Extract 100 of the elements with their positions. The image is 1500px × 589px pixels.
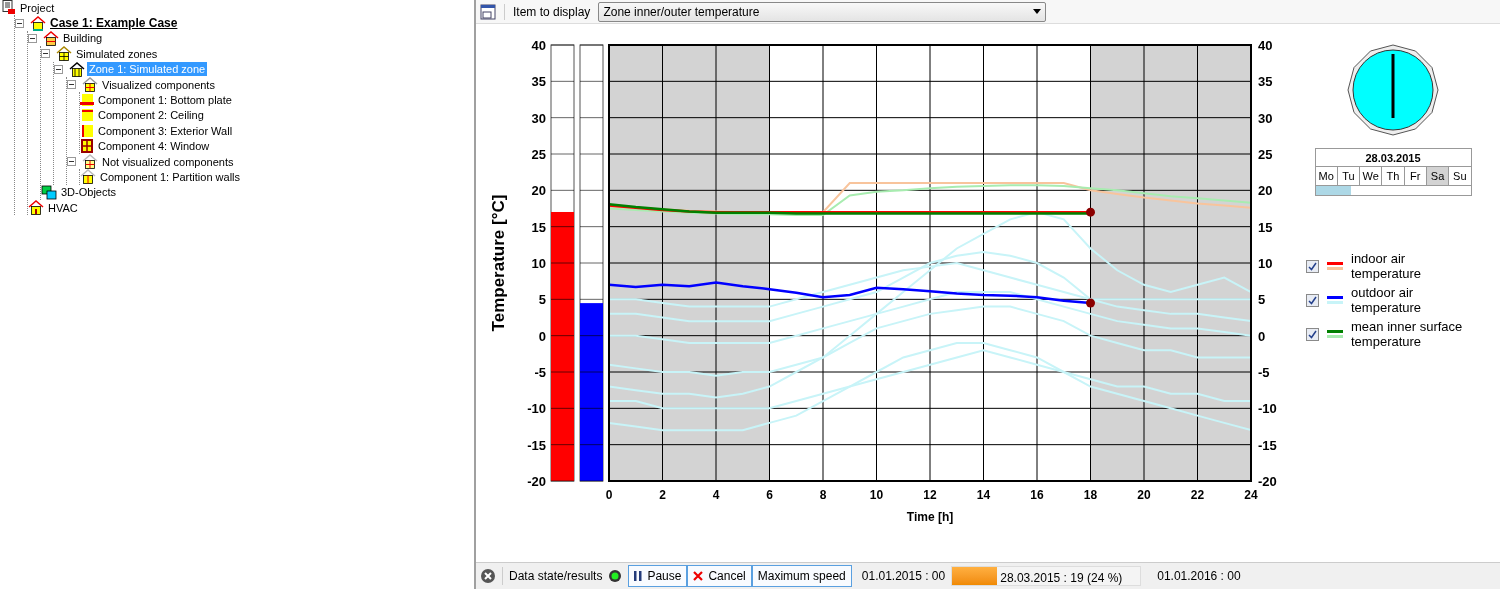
tree-item[interactable]: Building	[61, 31, 105, 46]
legend-checkbox[interactable]	[1306, 259, 1319, 273]
y-tick-label: 10	[1258, 256, 1273, 271]
state-label: Data state/results	[509, 568, 603, 585]
y-tick-label: 15	[1258, 219, 1273, 235]
tree-item[interactable]: Visualized components	[100, 77, 217, 92]
y-tick-label: -20	[1258, 474, 1277, 489]
tree-item[interactable]: Component 2: Ceiling	[96, 108, 206, 123]
legend-label: outdoor air temperature	[1351, 285, 1423, 315]
start-date: 01.01.2015 : 00	[861, 568, 946, 585]
x-tick-label: 6	[766, 488, 773, 502]
tree-item[interactable]: HVAC	[46, 200, 80, 215]
item-label: Item to display	[513, 3, 591, 21]
house-icon	[56, 46, 72, 62]
scale-label: -10	[527, 401, 546, 417]
x-tick-label: 12	[923, 488, 937, 502]
close-icon	[693, 571, 704, 581]
tree-item[interactable]: Component 4: Window	[96, 139, 212, 154]
house-icon	[82, 77, 98, 93]
scale-label: -5	[534, 365, 546, 380]
tree-item[interactable]: 3D-Objects	[59, 185, 119, 200]
wall-icon	[80, 123, 94, 138]
speed-button[interactable]: Maximum speed	[751, 565, 852, 587]
collapse-toggle[interactable]	[67, 80, 76, 90]
tree-item[interactable]: Case 1: Example Case	[48, 16, 180, 31]
x-tick-label: 18	[1083, 488, 1098, 502]
y-tick-label: -15	[1258, 437, 1277, 453]
legend-checkbox[interactable]	[1306, 327, 1319, 341]
house-icon	[82, 154, 98, 170]
house-icon	[30, 15, 46, 31]
collapse-toggle[interactable]	[15, 18, 24, 28]
scale-label: 10	[531, 256, 546, 271]
legend-swatch	[1327, 296, 1343, 304]
scale-label: 30	[531, 110, 546, 126]
x-axis-title: Time [h]	[906, 510, 954, 524]
scale-label: 5	[538, 292, 546, 308]
cubes-icon	[41, 184, 57, 200]
y-tick-label: -10	[1258, 401, 1277, 417]
scale-label: 40	[531, 38, 546, 53]
house-icon	[28, 200, 44, 216]
legend-label: indoor air temperature	[1351, 251, 1423, 281]
x-tick-label: 14	[976, 488, 991, 502]
legend-checkbox[interactable]	[1306, 293, 1319, 307]
scale-label: -15	[527, 437, 546, 453]
y-tick-label: -5	[1258, 365, 1270, 380]
collapse-toggle[interactable]	[28, 33, 37, 43]
clock-icon	[1347, 44, 1439, 136]
x-tick-label: 20	[1137, 488, 1151, 502]
close-icon[interactable]	[480, 568, 496, 584]
house-icon	[43, 30, 59, 46]
tree-item[interactable]: Component 3: Exterior Wall	[96, 123, 235, 138]
end-date: 01.01.2016 : 00	[1157, 568, 1241, 585]
collapse-toggle[interactable]	[54, 64, 63, 74]
x-tick-label: 0	[606, 488, 613, 502]
y-tick-label: 25	[1258, 147, 1273, 162]
progress-text: 28.03.2015 : 19 (24 %)	[1000, 570, 1123, 587]
legend-swatch	[1327, 262, 1343, 270]
x-tick-label: 16	[1030, 488, 1044, 502]
y-tick-label: 20	[1258, 183, 1273, 199]
end-point-marker	[1086, 298, 1095, 308]
y-tick-label: 40	[1258, 38, 1273, 53]
scale-label: 20	[531, 183, 546, 199]
cancel-button[interactable]: Cancel	[687, 565, 752, 587]
panel-icon[interactable]	[480, 3, 496, 20]
x-tick-label: 22	[1190, 488, 1205, 502]
y-tick-label: 5	[1258, 292, 1266, 308]
window-icon	[80, 139, 94, 154]
scale-label: 15	[531, 219, 546, 235]
collapse-toggle[interactable]	[41, 49, 50, 59]
scale-label: -20	[527, 474, 546, 489]
wall-icon	[80, 108, 94, 123]
axis-title: Temperature [°C]	[489, 194, 508, 332]
tree-item[interactable]: Simulated zones	[74, 46, 160, 61]
house-icon	[69, 61, 85, 77]
tree-item[interactable]: Not visualized components	[100, 154, 236, 169]
house-icon	[80, 169, 96, 185]
tree-item[interactable]: Project	[18, 0, 57, 15]
pause-button[interactable]: Pause	[628, 565, 688, 587]
weekday-cell[interactable]: We	[1360, 167, 1383, 185]
x-tick-label: 24	[1244, 488, 1258, 502]
wall-icon	[80, 93, 94, 108]
scale-label: 0	[538, 328, 546, 344]
weekday-cell[interactable]: Sa	[1426, 167, 1450, 185]
end-point-marker	[1086, 207, 1095, 217]
legend-swatch	[1327, 330, 1343, 338]
pause-icon	[634, 571, 643, 581]
x-tick-label: 4	[712, 488, 720, 502]
tree-item[interactable]: Component 1: Partition walls	[98, 170, 242, 184]
item-dropdown[interactable]: Zone inner/outer temperature	[598, 1, 1047, 22]
scale-label: 35	[531, 74, 546, 90]
collapse-toggle[interactable]	[67, 157, 76, 167]
y-tick-label: 35	[1258, 74, 1273, 90]
x-tick-label: 10	[869, 488, 884, 502]
x-tick-label: 8	[819, 488, 827, 502]
scale-label: 25	[531, 147, 546, 162]
y-tick-label: 30	[1258, 110, 1273, 126]
status-light-icon	[608, 569, 623, 583]
legend-label: mean inner surface temperature	[1351, 319, 1464, 349]
tree-item[interactable]: Component 1: Bottom plate	[96, 93, 234, 108]
y-tick-label: 0	[1258, 328, 1266, 344]
